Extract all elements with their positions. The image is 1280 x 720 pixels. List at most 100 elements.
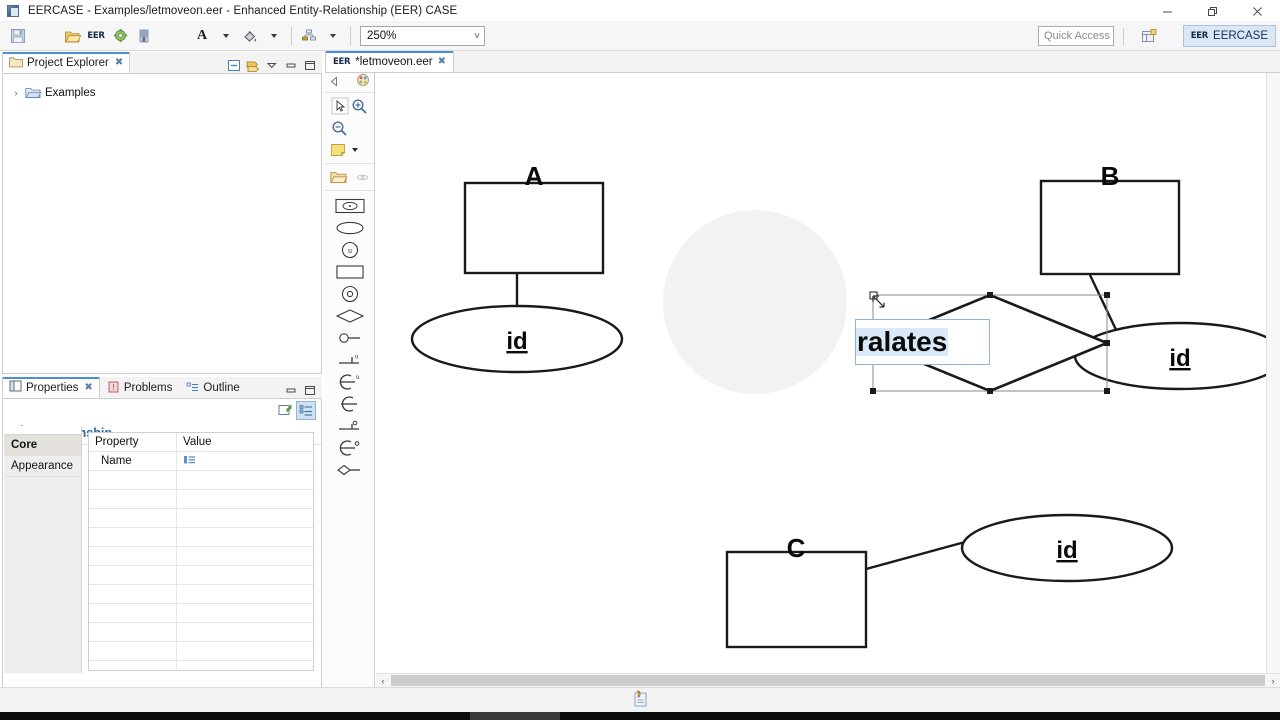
tree-item-examples[interactable]: › Examples [3,83,321,102]
tab-project-explorer[interactable]: Project Explorer ✖ [2,52,131,73]
table-row[interactable] [89,604,313,623]
partial-participation-icon[interactable] [325,415,374,437]
project-explorer-tabbar: Project Explorer ✖ [2,52,322,74]
property-value-cell [177,528,313,546]
maximize-icon[interactable] [302,57,318,73]
font-color-button[interactable]: A [191,25,213,47]
palette-layout-icon[interactable] [356,73,370,92]
scroll-thumb[interactable] [391,675,1265,686]
new-project-button[interactable] [61,25,83,47]
property-value-cell [177,471,313,489]
eer-objects-folder-icon[interactable] [330,166,348,188]
scroll-left-arrow[interactable]: ‹ [376,674,390,688]
editor-tab-letmoveon[interactable]: EER *letmoveon.eer ✖ [325,51,455,72]
property-value-cell [177,509,313,527]
toolbar-separator-3 [1123,28,1124,45]
table-row[interactable] [89,566,313,585]
property-name-cell [89,490,177,508]
property-value-cell [177,547,313,565]
property-value-cell [177,623,313,641]
properties-tab-appearance[interactable]: Appearance [4,456,81,477]
zoom-out-tool-icon[interactable] [331,117,348,139]
open-perspective-button[interactable] [1138,26,1160,46]
table-row[interactable] [89,509,313,528]
collapse-palette-icon[interactable] [329,74,340,92]
relationship-name-input[interactable]: ralates [856,328,949,356]
show-categories-icon[interactable] [296,400,316,420]
window-controls [1145,0,1280,22]
close-icon[interactable]: ✖ [438,56,446,67]
export-button[interactable] [133,25,155,47]
pin-to-selection-icon[interactable] [276,401,294,419]
maximize-icon[interactable] [302,382,318,398]
close-icon[interactable]: ✖ [84,382,92,393]
relationship-name-editor[interactable]: ralates [855,319,990,365]
weak-relationship-icon[interactable] [325,459,374,481]
table-row[interactable]: Name [89,452,313,471]
generate-schema-button[interactable] [109,25,131,47]
composite-attribute-icon[interactable] [325,283,374,305]
close-button[interactable] [1235,0,1280,22]
note-tool-icon[interactable] [330,139,348,161]
zoom-in-tool-icon[interactable] [351,95,368,117]
diagram-canvas[interactable]: A id B id C id ralates [376,73,1280,687]
entity-shape-icon[interactable] [325,195,374,217]
entity-a: A [463,161,605,275]
svg-text:A: A [525,161,544,191]
perspective-tab-eercase[interactable]: EER EERCASE [1182,25,1276,47]
table-row[interactable] [89,490,313,509]
connection-icon[interactable] [325,327,374,349]
font-color-dropdown[interactable] [215,25,237,47]
weak-entity-shape-icon[interactable] [325,261,374,283]
note-dropdown-icon[interactable] [350,139,360,161]
chevron-right-icon[interactable]: › [11,88,21,98]
connector-c-id [865,537,977,571]
table-row[interactable] [89,585,313,604]
minimize-button[interactable] [1145,0,1190,22]
maximize-button[interactable] [1190,0,1235,22]
fill-color-dropdown[interactable] [263,25,285,47]
property-value-cell [177,490,313,508]
table-row[interactable] [89,623,313,642]
properties-tab-core[interactable]: Core [4,435,81,456]
tab-problems[interactable]: ! Problems [100,377,180,398]
union-connection-icon[interactable]: u [325,371,374,393]
layout-dropdown[interactable] [322,25,344,47]
attribute-id-a: id [410,304,624,374]
table-row[interactable] [89,528,313,547]
attribute-shape-icon[interactable] [325,217,374,239]
inheritance-icon[interactable] [325,393,374,415]
table-row[interactable] [89,547,313,566]
fill-color-button[interactable] [239,25,261,47]
canvas-horizontal-scrollbar[interactable]: ‹ › [376,673,1280,687]
status-eer-icon[interactable] [631,689,649,712]
canvas-vertical-scrollbar[interactable] [1266,73,1280,687]
table-row[interactable] [89,642,313,661]
total-participation-icon[interactable]: u [325,349,374,371]
tab-outline[interactable]: Outline [179,377,246,398]
minimize-icon[interactable] [283,382,299,398]
save-button[interactable] [7,25,29,47]
side-tab-label: Appearance [11,460,74,472]
scroll-right-arrow[interactable]: › [1266,674,1280,688]
zoom-level-combo[interactable]: 250% ˅ [360,26,485,46]
union-shape-icon[interactable]: u [325,239,374,261]
view-menu-icon[interactable] [264,57,280,73]
partial-union-icon[interactable] [325,437,374,459]
layout-button[interactable] [298,25,320,47]
table-row[interactable] [89,661,313,670]
palette-pin-icon[interactable] [356,166,369,188]
link-with-editor-icon[interactable] [245,57,261,73]
close-icon[interactable]: ✖ [115,57,123,68]
svg-text:B: B [1101,161,1120,191]
collapse-all-icon[interactable] [226,57,242,73]
property-value-cell[interactable] [177,452,313,470]
select-tool-icon[interactable] [331,95,349,117]
table-row[interactable] [89,471,313,490]
svg-text:u: u [356,373,360,381]
minimize-icon[interactable] [283,57,299,73]
quick-access-input[interactable]: Quick Access [1038,26,1114,46]
tab-properties[interactable]: Properties ✖ [2,377,100,398]
relationship-shape-icon[interactable] [325,305,374,327]
eer-model-button[interactable]: EER [85,25,107,47]
